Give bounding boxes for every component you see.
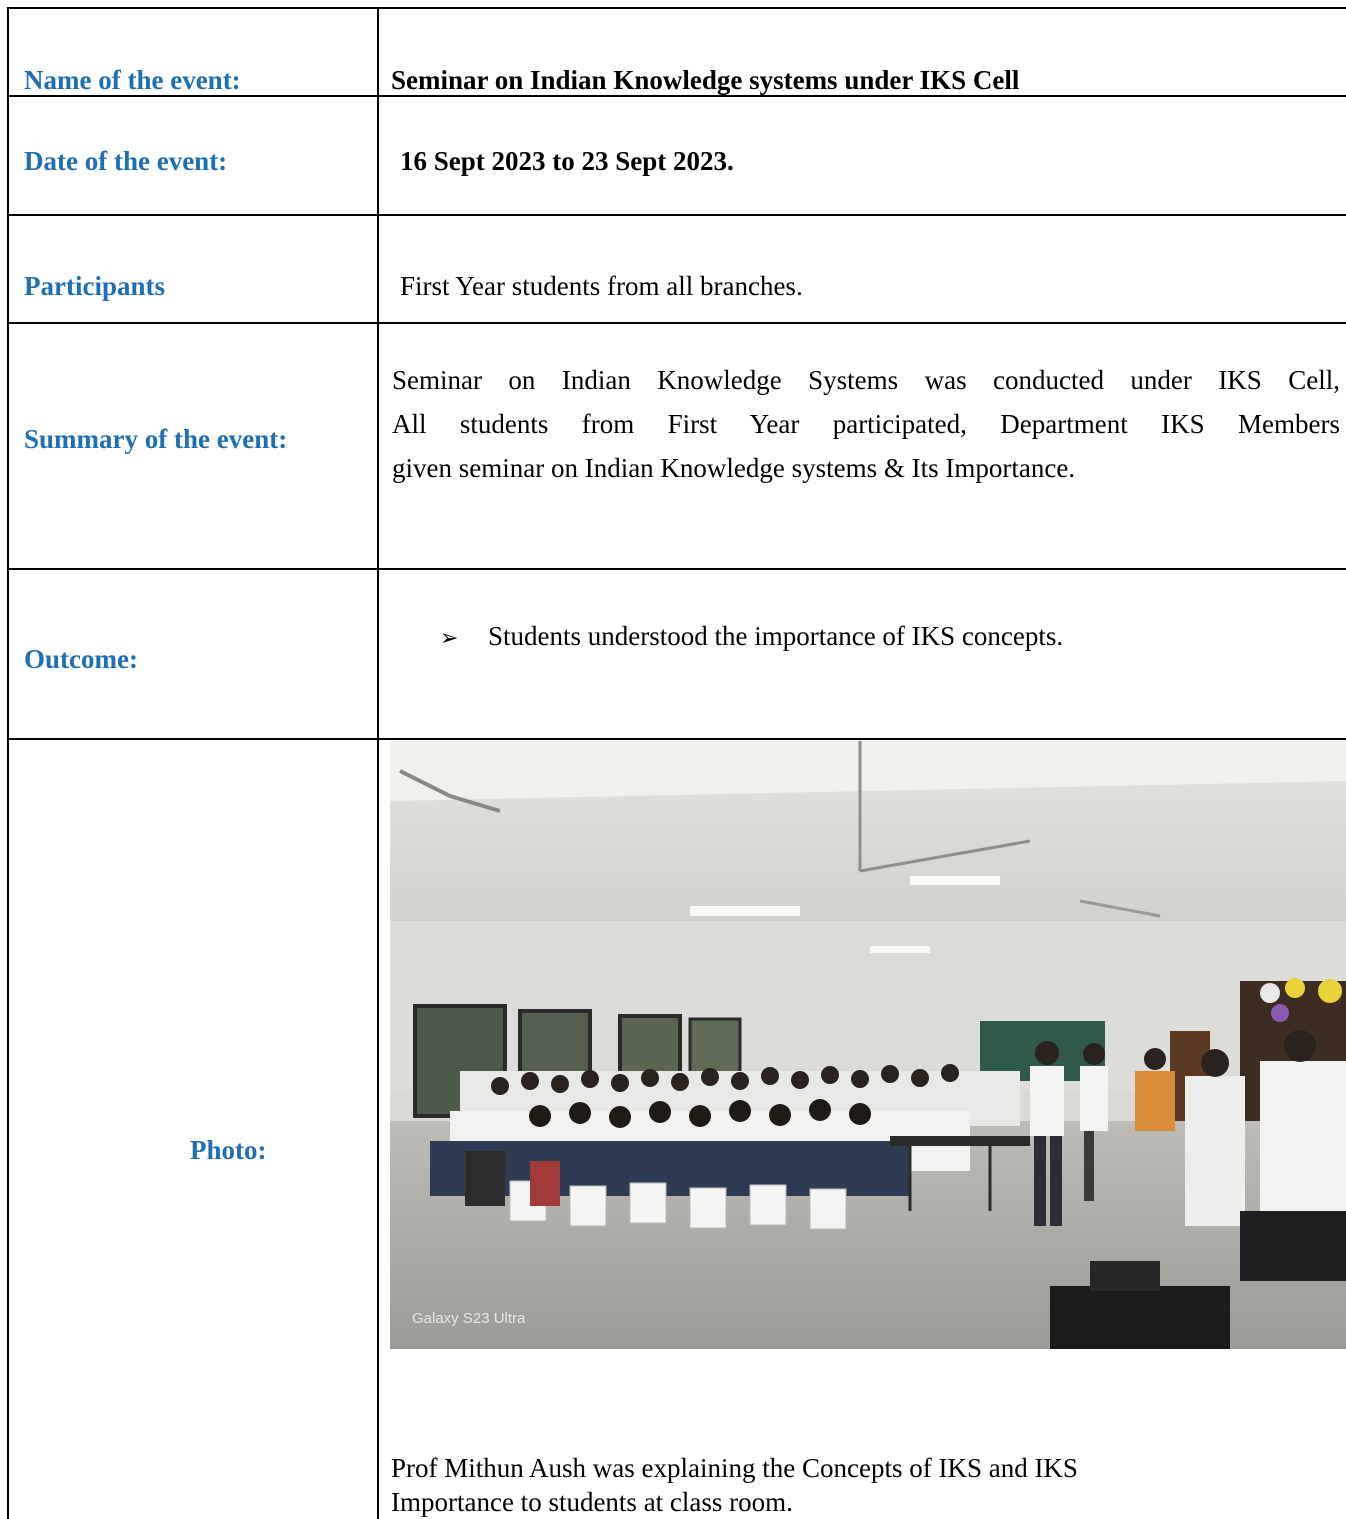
row-divider (7, 214, 1346, 216)
outcome-label: Outcome: (24, 644, 138, 674)
caption-line: Importance to students at class room. (391, 1487, 793, 1517)
row-divider (7, 738, 1346, 740)
table-border-top (7, 7, 1346, 9)
event-date-label: Date of the event: (24, 146, 228, 176)
row-divider (7, 322, 1346, 324)
photo-label: Photo: (190, 1135, 267, 1165)
event-name-label: Name of the event: (24, 65, 241, 95)
summary-label: Summary of the event: (24, 424, 288, 454)
summary-line: given seminar on Indian Knowledge system… (392, 453, 1076, 483)
outcome-bullet-text: Students understood the importance of IK… (488, 621, 1064, 651)
table-border-left (7, 7, 9, 1519)
event-date-value: 16 Sept 2023 to 23 Sept 2023. (400, 146, 734, 176)
event-photo: Galaxy S23 Ultra (390, 741, 1346, 1349)
participants-label: Participants (24, 271, 165, 301)
table-column-divider (377, 7, 379, 1519)
photo-caption: Prof Mithun Aush was explaining the Conc… (391, 1451, 1078, 1519)
row-divider (7, 568, 1346, 570)
participants-value: First Year students from all branches. (400, 271, 803, 301)
summary-text: Seminar on Indian Knowledge Systems was … (392, 358, 1340, 490)
summary-line: All students from First Year participate… (392, 409, 1340, 439)
classroom-photo-illustration (390, 741, 1346, 1349)
arrow-bullet-icon: ➢ (440, 626, 459, 651)
outcome-bullet-item: ➢ Students understood the importance of I… (440, 620, 1063, 655)
camera-watermark: Galaxy S23 Ultra (412, 1310, 526, 1327)
caption-line: Prof Mithun Aush was explaining the Conc… (391, 1453, 1078, 1483)
event-name-value: Seminar on Indian Knowledge systems unde… (391, 65, 1020, 95)
summary-line: Seminar on Indian Knowledge Systems was … (392, 365, 1340, 395)
